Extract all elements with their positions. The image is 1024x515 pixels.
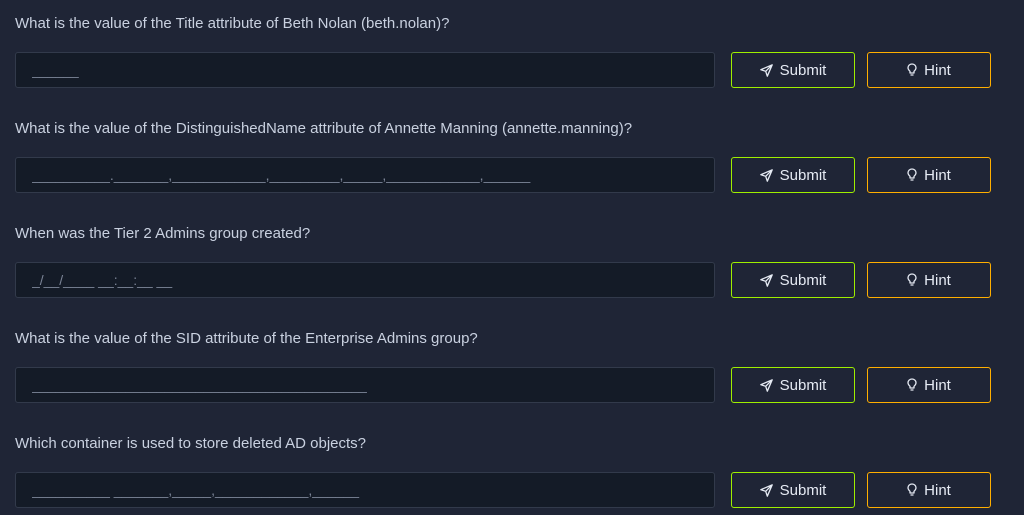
answer-input[interactable]	[15, 52, 715, 88]
hint-button[interactable]: Hint	[867, 52, 991, 88]
hint-label: Hint	[924, 376, 951, 394]
submit-label: Submit	[779, 376, 827, 394]
hint-label: Hint	[924, 481, 951, 499]
question-text: What is the value of the Title attribute…	[15, 15, 450, 32]
hint-button[interactable]: Hint	[867, 157, 991, 193]
hint-button[interactable]: Hint	[867, 367, 991, 403]
submit-button[interactable]: Submit	[731, 472, 855, 508]
question-text: When was the Tier 2 Admins group created…	[15, 225, 311, 242]
send-icon	[759, 168, 773, 182]
question-text: What is the value of the DistinguishedNa…	[15, 120, 633, 137]
submit-button[interactable]: Submit	[731, 157, 855, 193]
lightbulb-icon	[907, 483, 917, 497]
send-icon	[759, 378, 773, 392]
hint-button[interactable]: Hint	[867, 262, 991, 298]
submit-button[interactable]: Submit	[731, 367, 855, 403]
questions-page: What is the value of the Title attribute…	[0, 0, 1024, 515]
answer-input[interactable]	[15, 367, 715, 403]
question-4: What is the value of the SID attribute o…	[0, 315, 1024, 420]
send-icon	[759, 63, 773, 77]
lightbulb-icon	[907, 273, 917, 287]
hint-button[interactable]: Hint	[867, 472, 991, 508]
answer-input[interactable]	[15, 472, 715, 508]
send-icon	[759, 273, 773, 287]
hint-label: Hint	[924, 166, 951, 184]
answer-input[interactable]	[15, 157, 715, 193]
question-3: When was the Tier 2 Admins group created…	[0, 210, 1024, 315]
hint-label: Hint	[924, 61, 951, 79]
question-5: Which container is used to store deleted…	[0, 420, 1024, 515]
lightbulb-icon	[907, 378, 917, 392]
question-text: What is the value of the SID attribute o…	[15, 330, 478, 347]
submit-label: Submit	[779, 61, 827, 79]
submit-label: Submit	[779, 271, 827, 289]
send-icon	[759, 483, 773, 497]
question-1: What is the value of the Title attribute…	[0, 0, 1024, 105]
hint-label: Hint	[924, 271, 951, 289]
submit-label: Submit	[779, 481, 827, 499]
question-text: Which container is used to store deleted…	[15, 435, 367, 452]
submit-label: Submit	[779, 166, 827, 184]
submit-button[interactable]: Submit	[731, 262, 855, 298]
lightbulb-icon	[907, 168, 917, 182]
question-2: What is the value of the DistinguishedNa…	[0, 105, 1024, 210]
lightbulb-icon	[907, 63, 917, 77]
submit-button[interactable]: Submit	[731, 52, 855, 88]
answer-input[interactable]	[15, 262, 715, 298]
